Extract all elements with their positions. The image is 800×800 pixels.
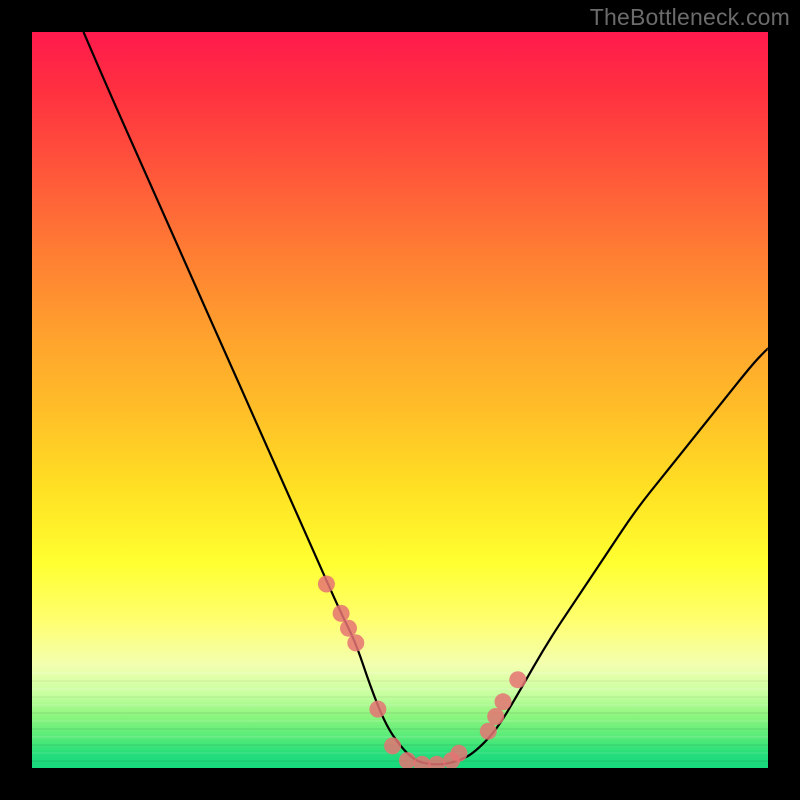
marker-point bbox=[318, 576, 335, 593]
marker-point bbox=[450, 745, 467, 762]
chart-frame: TheBottleneck.com bbox=[0, 0, 800, 800]
bottleneck-curve bbox=[84, 32, 769, 764]
watermark-text: TheBottleneck.com bbox=[590, 4, 790, 31]
marker-point bbox=[428, 756, 445, 768]
marker-point bbox=[495, 693, 512, 710]
marker-point bbox=[480, 723, 497, 740]
marker-point bbox=[340, 620, 357, 637]
chart-svg bbox=[32, 32, 768, 768]
curve-group bbox=[84, 32, 769, 764]
marker-point bbox=[414, 756, 431, 768]
marker-point bbox=[347, 634, 364, 651]
marker-point bbox=[509, 671, 526, 688]
marker-group bbox=[318, 576, 526, 769]
marker-point bbox=[369, 701, 386, 718]
marker-point bbox=[384, 737, 401, 754]
marker-point bbox=[487, 708, 504, 725]
marker-point bbox=[399, 752, 416, 768]
marker-point bbox=[333, 605, 350, 622]
plot-area bbox=[32, 32, 768, 768]
